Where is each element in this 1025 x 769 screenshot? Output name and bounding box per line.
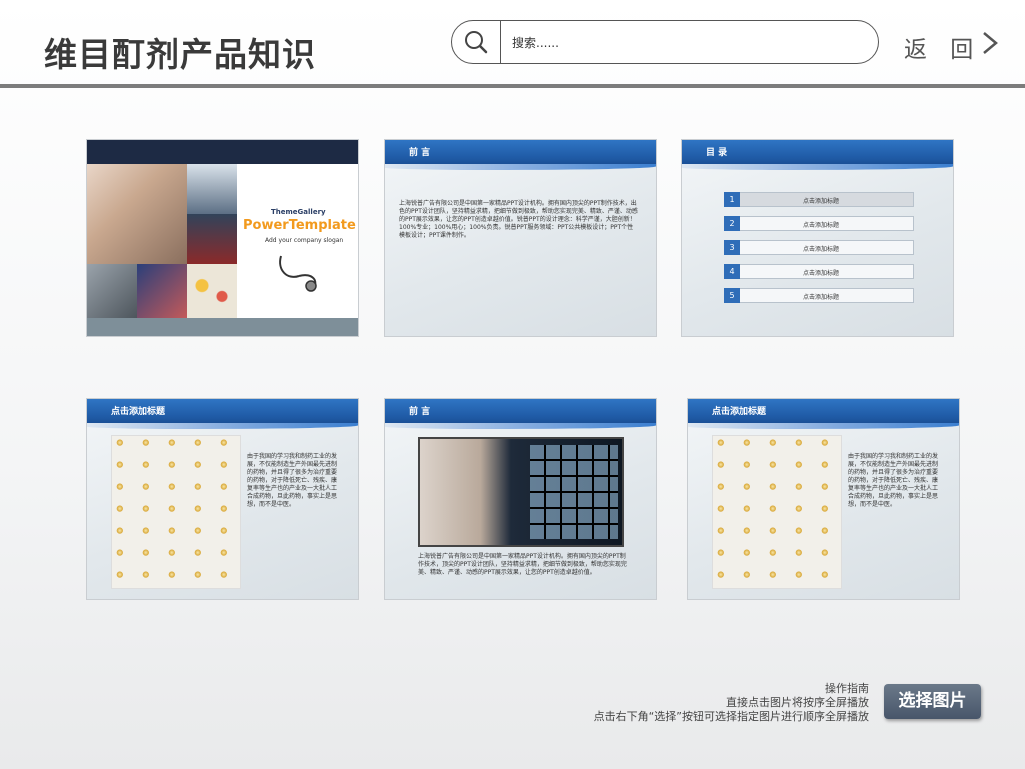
toc-item-number: 1 bbox=[724, 192, 740, 207]
slide-body-text: 由于我国的学习我和制药工业的发展，不仅能制造生产外国最先进制的药物，并且得了很多… bbox=[247, 453, 338, 508]
slide-banner-title: 点击添加标题 bbox=[111, 407, 166, 417]
toc-item: 3 点击添加标题 bbox=[724, 240, 914, 255]
slide-thumbnail-4[interactable]: 点击添加标题 由于我国的学习我和制药工业的发展，不仅能制造生产外国最先进制的药物… bbox=[86, 398, 359, 600]
cover-top-bar bbox=[87, 140, 358, 164]
back-label[interactable]: 返 回 bbox=[904, 30, 981, 64]
toc-item-number: 3 bbox=[724, 240, 740, 255]
doctor-xray-photo bbox=[418, 437, 624, 547]
slide-body-text: 上海锐普广告有限公司是中国第一家精品PPT设计机构。拥有国内顶尖的PPT制作技术… bbox=[418, 553, 627, 576]
slide-banner: 前 言 bbox=[385, 140, 656, 170]
slide-thumbnail-5[interactable]: 前 言 上海锐普广告有限公司是中国第一家精品PPT设计机构。拥有国内顶尖的PPT… bbox=[384, 398, 657, 600]
slide-banner-title: 前 言 bbox=[409, 407, 431, 417]
toc-item-number: 5 bbox=[724, 288, 740, 303]
chevron-right-icon[interactable] bbox=[980, 30, 1000, 56]
slide-body-text: 由于我国的学习我和制药工业的发展，不仅能制造生产外国最先进制的药物，并且得了很多… bbox=[848, 453, 939, 508]
toc-item-label: 点击添加标题 bbox=[803, 246, 840, 253]
slide-banner: 目 录 bbox=[682, 140, 953, 170]
search-bar bbox=[451, 20, 879, 64]
toc-item: 5 点击添加标题 bbox=[724, 288, 914, 303]
slide-thumbnail-3[interactable]: 目 录 1 点击添加标题 2 点击添加标题 3 点击添加标题 4 点击添加标题 … bbox=[681, 139, 954, 337]
toc-item: 4 点击添加标题 bbox=[724, 264, 914, 279]
slide-thumbnail-1[interactable]: ThemeGallery PowerTemplate Add your comp… bbox=[86, 139, 359, 337]
search-button[interactable] bbox=[452, 21, 501, 63]
capsule-photo bbox=[712, 435, 842, 589]
guide-line: 点击右下角“选择”按钮可选择指定图片进行顺序全屏播放 bbox=[593, 710, 869, 723]
search-input[interactable] bbox=[510, 30, 854, 56]
toc-item-label: 点击添加标题 bbox=[803, 198, 840, 205]
slide-banner-title: 点击添加标题 bbox=[712, 407, 767, 417]
cover-logo: ThemeGallery bbox=[271, 208, 326, 216]
header-divider bbox=[0, 84, 1025, 88]
header: 维目酊剂产品知识 返 回 bbox=[0, 0, 1025, 88]
cover-photo-collage bbox=[87, 164, 237, 318]
toc-item-label: 点击添加标题 bbox=[803, 222, 840, 229]
slide-banner-title: 前 言 bbox=[409, 148, 431, 158]
cover-bottom-bar bbox=[87, 318, 358, 336]
cover-title: PowerTemplate bbox=[243, 218, 356, 233]
select-images-button[interactable]: 选择图片 bbox=[884, 684, 981, 719]
toc-item-label: 点击添加标题 bbox=[803, 294, 840, 301]
guide-title: 操作指南 bbox=[825, 682, 869, 695]
toc-item-label: 点击添加标题 bbox=[803, 270, 840, 277]
slide-banner: 前 言 bbox=[385, 399, 656, 429]
slide-banner: 点击添加标题 bbox=[688, 399, 959, 429]
capsule-photo bbox=[111, 435, 241, 589]
toc-item: 1 点击添加标题 bbox=[724, 192, 914, 207]
slide-banner-title: 目 录 bbox=[706, 148, 728, 158]
toc-item-number: 2 bbox=[724, 216, 740, 231]
cover-slogan: Add your company slogan bbox=[265, 237, 344, 244]
slide-banner: 点击添加标题 bbox=[87, 399, 358, 429]
operation-guide: 操作指南 直接点击图片将按序全屏播放 点击右下角“选择”按钮可选择指定图片进行顺… bbox=[594, 682, 869, 724]
guide-line: 直接点击图片将按序全屏播放 bbox=[726, 696, 869, 709]
search-icon bbox=[465, 31, 488, 54]
slide-thumbnail-6[interactable]: 点击添加标题 由于我国的学习我和制药工业的发展，不仅能制造生产外国最先进制的药物… bbox=[687, 398, 960, 600]
stethoscope-icon bbox=[279, 255, 317, 292]
toc-item-number: 4 bbox=[724, 264, 740, 279]
toc-item: 2 点击添加标题 bbox=[724, 216, 914, 231]
slide-thumbnail-2[interactable]: 前 言 上海锐普广告有限公司是中国第一家精品PPT设计机构。拥有国内顶尖的PPT… bbox=[384, 139, 657, 337]
slide-body-text: 上海锐普广告有限公司是中国第一家精品PPT设计机构。拥有国内顶尖的PPT制作技术… bbox=[399, 200, 638, 239]
page-title: 维目酊剂产品知识 bbox=[44, 35, 316, 74]
